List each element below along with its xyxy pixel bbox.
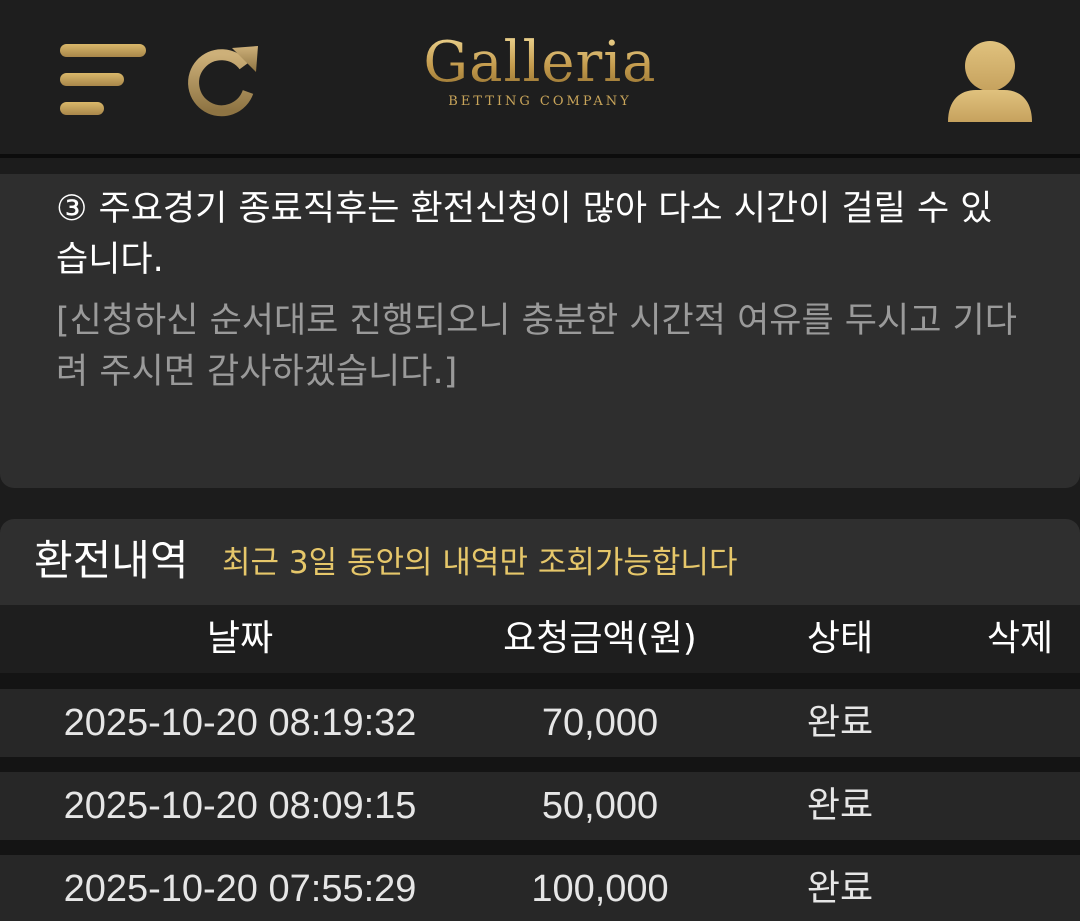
row-status: 완료 xyxy=(806,868,874,909)
notice-panel: ③ 주요경기 종료직후는 환전신청이 많아 다소 시간이 걸릴 수 있습니다. … xyxy=(0,174,1080,488)
logo-title: Galleria xyxy=(400,30,680,96)
notice-sub-text: [신청하신 순서대로 진행되오니 충분한 시간적 여유를 두시고 기다려 주시면… xyxy=(56,301,1017,392)
top-header: Galleria BETTING COMPANY xyxy=(0,0,1080,158)
history-header: 환전내역 최근 3일 동안의 내역만 조회가능합니다 xyxy=(0,519,1080,605)
row-amount: 100,000 xyxy=(531,868,669,910)
user-icon[interactable] xyxy=(946,38,1034,124)
column-header-date: 날짜 xyxy=(206,618,274,659)
row-amount: 70,000 xyxy=(541,702,659,744)
table-row: 2025-10-20 08:09:15 50,000 완료 xyxy=(0,772,1080,840)
row-date: 2025-10-20 08:19:32 xyxy=(63,702,417,744)
history-note: 최근 3일 동안의 내역만 조회가능합니다 xyxy=(222,545,738,581)
row-status: 완료 xyxy=(806,702,874,743)
table-row: 2025-10-20 08:19:32 70,000 완료 xyxy=(0,689,1080,757)
row-status: 완료 xyxy=(806,785,874,826)
logo-subtitle: BETTING COMPANY xyxy=(448,94,632,109)
notice-main-text: ③ 주요경기 종료직후는 환전신청이 많아 다소 시간이 걸릴 수 있습니다. xyxy=(56,189,993,280)
refresh-icon[interactable] xyxy=(186,42,262,118)
column-header-status: 상태 xyxy=(806,618,874,659)
exchange-history-section: 환전내역 최근 3일 동안의 내역만 조회가능합니다 날짜 요청금액(원) 상태… xyxy=(0,519,1080,921)
row-date: 2025-10-20 07:55:29 xyxy=(63,868,417,910)
row-amount: 50,000 xyxy=(541,785,659,827)
row-date: 2025-10-20 08:09:15 xyxy=(63,785,417,827)
column-header-amount: 요청금액(원) xyxy=(503,618,697,659)
table-row: 2025-10-20 07:55:29 100,000 완료 xyxy=(0,855,1080,921)
column-header-delete: 삭제 xyxy=(986,618,1054,659)
galleria-logo[interactable]: Galleria BETTING COMPANY xyxy=(400,30,680,120)
hamburger-menu-icon[interactable] xyxy=(60,42,148,118)
history-title: 환전내역 xyxy=(34,536,189,585)
table-header: 날짜 요청금액(원) 상태 삭제 xyxy=(0,605,1080,673)
